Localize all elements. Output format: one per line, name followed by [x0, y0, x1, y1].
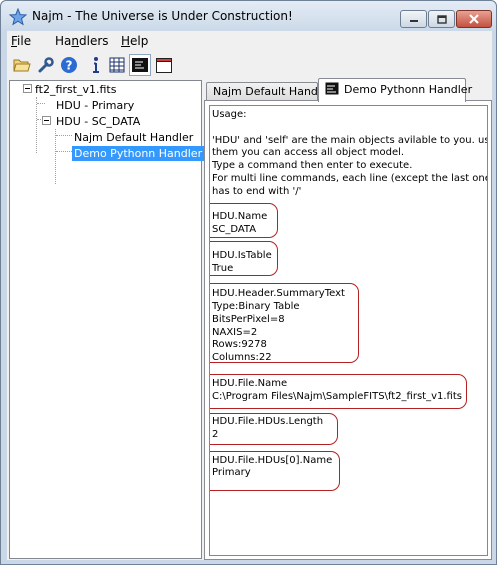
window-button[interactable]	[153, 54, 175, 76]
app-window: Najm - The Universe is Under Constructio…	[0, 0, 497, 565]
python-console[interactable]: Usage: 'HDU' and 'self' are the main obje…	[209, 105, 488, 556]
minimize-button[interactable]	[400, 10, 427, 28]
console-line: NAXIS=2	[212, 326, 258, 338]
maximize-button[interactable]	[428, 10, 455, 28]
console-icon	[132, 58, 148, 72]
tab-default-handler[interactable]: Najm Default Handler	[206, 82, 332, 101]
hdu-tree[interactable]: ft2_first_v1.fits HDU - Primary HDU - SC…	[9, 80, 205, 559]
open-button[interactable]	[11, 54, 33, 76]
tree-guide	[56, 135, 72, 136]
menu-file[interactable]: File	[11, 34, 31, 48]
tree-collapse-toggle[interactable]	[23, 84, 32, 93]
star-app-icon	[9, 8, 27, 26]
close-button[interactable]	[456, 10, 492, 28]
console-line: HDU.IsTable	[212, 249, 272, 261]
console-line: C:\Program Files\Najm\SampleFITS\ft2_fir…	[212, 390, 462, 402]
tree-guide	[37, 103, 45, 104]
toolbar: ?	[7, 52, 492, 78]
window-icon	[156, 57, 172, 73]
grid-icon	[109, 57, 125, 73]
tree-collapse-toggle[interactable]	[42, 116, 51, 125]
tab-panel-python: Usage: 'HDU' and 'self' are the main obje…	[204, 100, 492, 560]
info-icon	[93, 57, 99, 73]
console-line: Columns:22	[212, 352, 272, 364]
client-area: File Handlers Help ? ft2_first_v1.fits H…	[7, 31, 492, 560]
console-line: 2	[212, 429, 219, 440]
console-line: BitsPerPixel=8	[212, 313, 285, 325]
minimize-icon	[409, 20, 418, 22]
console-line: HDU.Name	[212, 211, 268, 223]
menu-handlers[interactable]: Handlers	[55, 34, 109, 48]
console-line: Rows:9278	[212, 339, 267, 351]
maximize-icon	[436, 14, 447, 24]
menu-help[interactable]: Help	[121, 34, 148, 48]
tree-item-hdu-sc-data[interactable]: HDU - SC_DATA	[56, 114, 140, 129]
tree-guide	[56, 151, 72, 152]
window-title: Najm - The Universe is Under Constructio…	[32, 9, 293, 23]
console-line: HDU.File.HDUs.Length	[212, 416, 324, 428]
console-line: HDU.File.HDUs[0].Name	[212, 454, 333, 466]
settings-button[interactable]	[35, 54, 57, 76]
handler-tabs: Najm Default Handler Demo Pythonn Handle…	[204, 78, 492, 560]
open-folder-icon	[13, 59, 31, 72]
tree-item-default-handler[interactable]: Najm Default Handler	[74, 130, 193, 145]
tree-item-hdu-primary[interactable]: HDU - Primary	[56, 98, 134, 113]
console-line: HDU.File.Name	[212, 377, 288, 389]
svg-text:?: ?	[66, 59, 73, 73]
close-icon	[469, 14, 479, 24]
console-line: 'HDU' and 'self' are the main objects av…	[212, 134, 488, 146]
console-line: HDU.Header.SummaryText	[212, 288, 345, 300]
console-line: For multi line commands, each line (exce…	[212, 173, 488, 184]
console-line: them you can access all object model.	[212, 147, 405, 159]
console-button[interactable]	[129, 54, 151, 76]
table-button[interactable]	[106, 54, 128, 76]
help-icon: ?	[61, 57, 77, 73]
info-button[interactable]	[85, 54, 107, 76]
console-line: Type a command then enter to execute.	[212, 160, 413, 172]
console-icon	[325, 82, 339, 95]
menu-bar: File Handlers Help	[7, 31, 492, 51]
console-line: SC_DATA	[212, 224, 257, 236]
title-bar[interactable]: Najm - The Universe is Under Constructio…	[1, 1, 496, 31]
tree-guide	[36, 97, 37, 153]
help-button[interactable]: ?	[58, 54, 80, 76]
tab-python-handler[interactable]: Demo Pythonn Handler	[318, 78, 472, 102]
console-line: Primary	[212, 467, 251, 479]
console-line: has to end with '/'	[212, 185, 302, 197]
tree-item-python-handler[interactable]: Demo Pythonn Handler	[72, 146, 205, 161]
wrench-icon	[38, 57, 54, 73]
console-line: Type:Binary Table	[212, 301, 300, 312]
tree-item-file[interactable]: ft2_first_v1.fits	[35, 82, 116, 97]
console-line: Usage:	[212, 109, 247, 120]
console-line: True	[212, 262, 234, 274]
tree-guide	[55, 129, 56, 184]
